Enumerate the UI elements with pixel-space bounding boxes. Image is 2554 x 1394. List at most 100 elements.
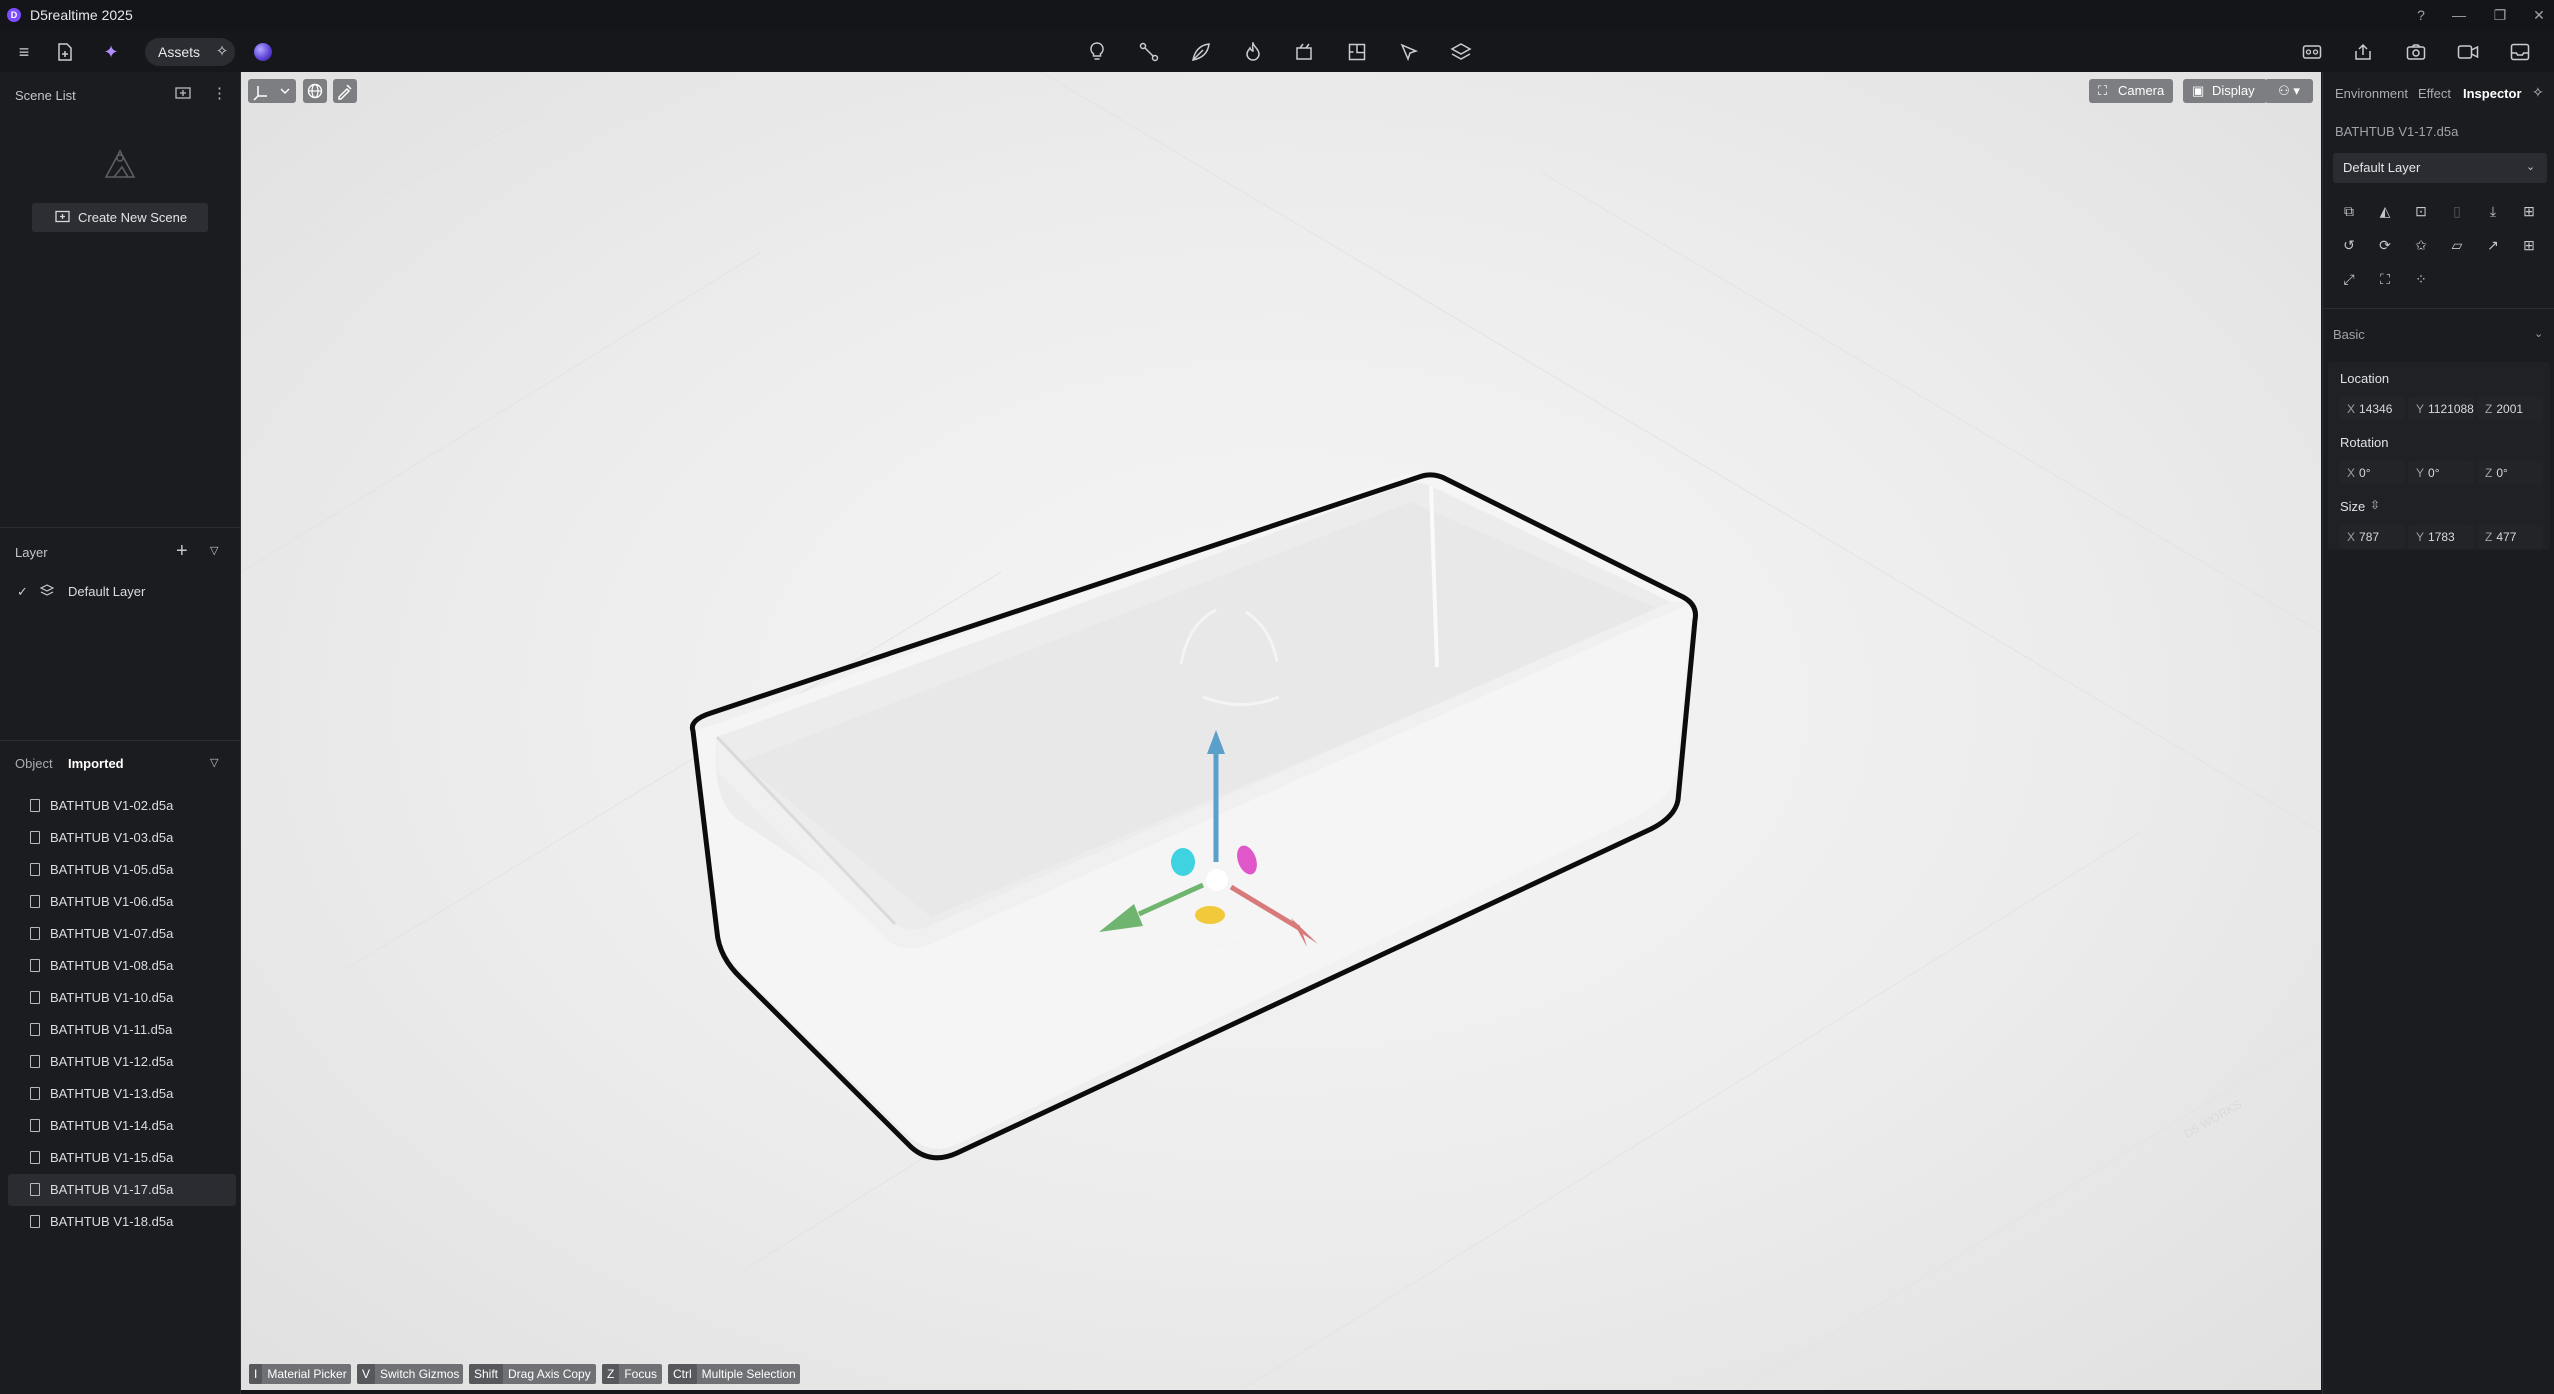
share-icon[interactable]: ↗ [2482,234,2504,256]
list-item[interactable]: BATHTUB V1-12.d5a [8,1046,236,1078]
list-item[interactable]: BATHTUB V1-18.d5a [8,1206,236,1238]
floorplan-icon[interactable] [1342,37,1372,67]
restore-button[interactable]: ❐ [2487,5,2513,25]
layer-filter-icon[interactable]: ▽ [210,544,218,557]
focus-frame-icon[interactable]: ⊡ [2410,200,2432,222]
chevron-down-icon: ⌄ [2526,161,2536,173]
assets-label: Assets [158,44,201,60]
axis-tool-dropdown[interactable] [248,79,296,103]
scale-icon[interactable]: ⤢ [2338,268,2360,290]
object-item-label: BATHTUB V1-14.d5a [50,1118,174,1133]
size-x-field[interactable]: X 787 [2339,525,2405,549]
rotation-x-value: 0° [2359,466,2371,480]
expand-icon[interactable]: ⛶ [2374,268,2396,290]
inspector-object-name: BATHTUB V1-17.d5a [2335,124,2459,139]
mirror-icon[interactable]: ◭ [2374,200,2396,222]
list-item[interactable]: BATHTUB V1-02.d5a [8,790,236,822]
list-item[interactable]: BATHTUB V1-10.d5a [8,982,236,1014]
file-icon [30,991,40,1004]
divider [2323,308,2554,309]
close-button[interactable]: ✕ [2526,5,2552,25]
list-item[interactable]: BATHTUB V1-13.d5a [8,1078,236,1110]
scene-import-icon[interactable] [175,86,193,104]
tab-effect[interactable]: Effect [2418,86,2451,101]
rotate-left-icon[interactable]: ↺ [2338,234,2360,256]
movie-icon[interactable] [1290,37,1320,67]
layer-item-default[interactable]: Default Layer [68,584,145,599]
list-item[interactable]: BATHTUB V1-11.d5a [8,1014,236,1046]
grid-icon[interactable]: ⊞ [2518,234,2540,256]
light-bulb-icon[interactable] [1082,37,1112,67]
rotation-z-value: 0° [2496,466,2508,480]
add-layer-icon[interactable]: + [176,540,188,563]
object-filter-icon[interactable]: ▽ [210,756,218,769]
size-z-field[interactable]: Z 477 [2477,525,2543,549]
tab-inspector[interactable]: Inspector [2463,86,2522,101]
shortcut-key: Ctrl [668,1364,697,1384]
tab-imported[interactable]: Imported [68,756,124,771]
leaf-icon[interactable] [1186,37,1216,67]
list-item[interactable]: BATHTUB V1-15.d5a [8,1142,236,1174]
shortcut-label: Material Picker [267,1367,347,1381]
camera-icon[interactable] [2401,37,2431,67]
drop-to-ground-icon[interactable]: ⤓ [2482,200,2504,222]
camera-button[interactable]: ⛶ Camera [2089,79,2173,103]
size-y-field[interactable]: Y 1783 [2408,525,2474,549]
rotation-z-field[interactable]: Z 0° [2477,461,2543,485]
scatter-icon[interactable]: ⁘ [2410,268,2432,290]
rotation-y-field[interactable]: Y 0° [2408,461,2474,485]
vr-icon[interactable] [2297,37,2327,67]
refresh-icon[interactable]: ⟳ [2374,234,2396,256]
tab-object[interactable]: Object [15,756,53,771]
ai-assets-icon[interactable]: ✧ [208,38,236,66]
camera-chip-icon: ⛶ [2098,83,2108,98]
list-item[interactable]: BATHTUB V1-03.d5a [8,822,236,854]
view-mode-dropdown[interactable]: ⚇ ▾ [2265,79,2313,103]
globe-icon[interactable] [303,79,327,103]
list-item[interactable]: BATHTUB V1-08.d5a [8,950,236,982]
location-x-field[interactable]: X 14346 [2339,397,2405,421]
color-theme-icon[interactable] [254,43,272,61]
inbox-icon[interactable] [2505,37,2535,67]
rotation-x-field[interactable]: X 0° [2339,461,2405,485]
pin-icon[interactable]: ✧ [2532,84,2544,101]
tab-environment[interactable]: Environment [2335,86,2408,101]
location-y-field[interactable]: Y 1121088 [2408,397,2474,421]
eyedropper-icon[interactable] [333,79,357,103]
video-icon[interactable] [2453,37,2483,67]
size-y-value: 1783 [2428,530,2455,544]
help-icon[interactable]: ? [2408,5,2434,25]
location-y-value: 1121088 [2428,402,2474,416]
location-z-value: 2001 [2496,402,2524,416]
bathtub-model[interactable] [689,472,1698,1161]
ai-sparkle-icon[interactable]: ✦ [96,37,126,67]
shortcut-hint: Z Focus [602,1364,662,1384]
copy-icon[interactable]: ⧉ [2338,200,2360,222]
lock-ratio-icon[interactable]: ⇳ [2370,498,2380,512]
fire-icon[interactable] [1238,37,1268,67]
list-item[interactable]: BATHTUB V1-07.d5a [8,918,236,950]
minimize-button[interactable]: — [2446,5,2472,25]
folder-icon[interactable]: ▱ [2446,234,2468,256]
layers-icon[interactable] [1446,37,1476,67]
export-icon[interactable] [2349,37,2379,67]
display-button[interactable]: ▣ Display [2183,79,2267,103]
size-x-value: 787 [2359,530,2380,544]
list-item[interactable]: BATHTUB V1-17.d5a [8,1174,236,1206]
object-item-label: BATHTUB V1-07.d5a [50,926,174,941]
new-file-icon[interactable] [50,37,80,67]
add-box-icon[interactable]: ⊞ [2518,200,2540,222]
scene-more-icon[interactable]: ⋮ [212,84,227,102]
list-item[interactable]: BATHTUB V1-06.d5a [8,886,236,918]
collapse-chevron-icon[interactable]: ⌄ [2534,327,2543,340]
location-z-field[interactable]: Z 2001 [2477,397,2543,421]
list-item[interactable]: BATHTUB V1-14.d5a [8,1110,236,1142]
3d-viewport[interactable]: D5 WORKS D5 WORKS [241,72,2321,1390]
object-item-label: BATHTUB V1-17.d5a [50,1182,174,1197]
layer-check-icon[interactable]: ✓ [17,584,28,600]
cursor-icon[interactable] [1394,37,1424,67]
list-item[interactable]: BATHTUB V1-05.d5a [8,854,236,886]
menu-icon[interactable]: ≡ [9,37,39,67]
path-icon[interactable] [1134,37,1164,67]
material-icon[interactable]: ✩ [2410,234,2432,256]
